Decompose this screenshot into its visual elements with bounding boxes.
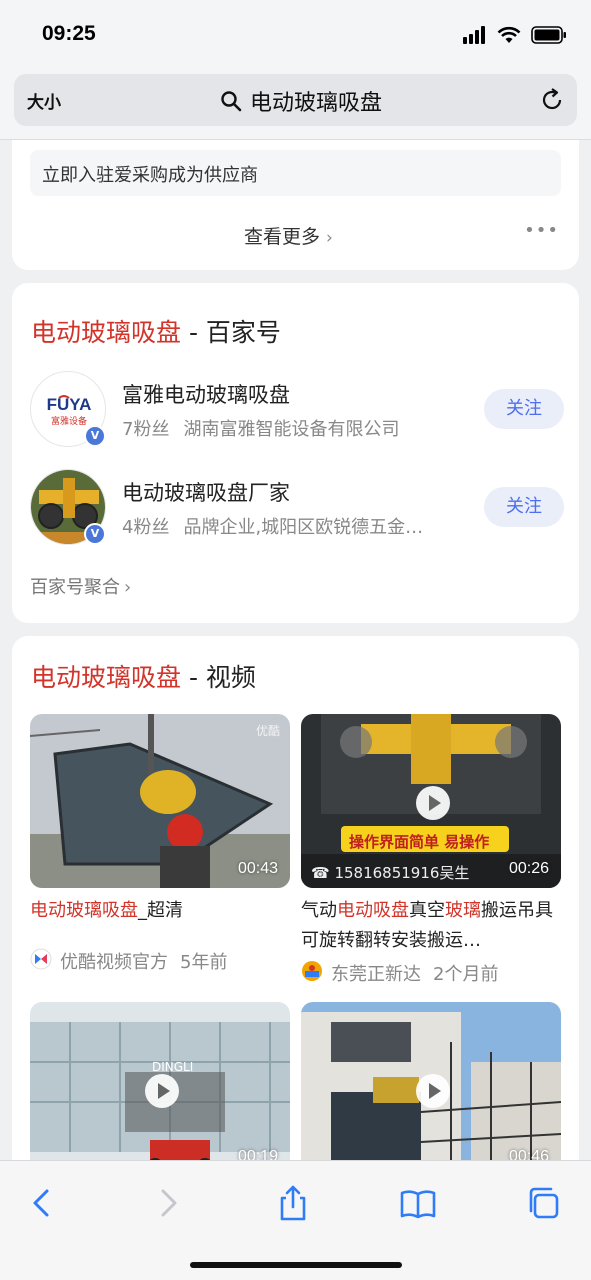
phone-overlay: ☎ 15816851916吴生 bbox=[311, 864, 470, 882]
video-title-rest: - 视频 bbox=[181, 663, 256, 692]
play-icon[interactable] bbox=[145, 1074, 179, 1108]
status-bar: 09:25 bbox=[0, 0, 591, 66]
account-desc: 品牌企业,城阳区欧锐德五金… bbox=[183, 517, 424, 538]
view-more-link[interactable]: 查看更多 › bbox=[244, 222, 333, 249]
video-thumbnail[interactable]: DINGLI 00:19 bbox=[30, 1002, 290, 1176]
account-desc: 湖南富雅智能设备有限公司 bbox=[183, 419, 400, 440]
more-options-icon[interactable]: ••• bbox=[524, 220, 559, 241]
search-query[interactable]: 电动玻璃吸盘 bbox=[250, 85, 382, 117]
account-name[interactable]: 电动玻璃吸盘厂家 bbox=[122, 477, 290, 507]
video-banner-text: 操作界面简单 易操作 bbox=[349, 833, 490, 851]
video-source: 东莞正新达 2个月前 bbox=[331, 964, 499, 985]
video-card: 电动玻璃吸盘 - 视频 优酷 00:43 操作界面简单 易操作 ☎ 158168… bbox=[12, 636, 579, 1196]
chevron-right-icon: › bbox=[326, 228, 333, 248]
baijiahao-title-highlight: 电动玻璃吸盘 bbox=[31, 318, 182, 347]
brand-text: DINGLI bbox=[152, 1060, 194, 1074]
account-meta: 4粉丝 品牌企业,城阳区欧锐德五金… bbox=[122, 513, 423, 539]
chevron-right-icon: › bbox=[124, 577, 132, 598]
back-icon[interactable] bbox=[22, 1183, 62, 1223]
channel-logo-icon bbox=[302, 961, 322, 981]
cellular-signal-icon bbox=[463, 26, 485, 44]
account-name[interactable]: 富雅电动玻璃吸盘 bbox=[122, 379, 290, 409]
text-size-button[interactable]: 大小 bbox=[27, 88, 61, 113]
baijiahao-title[interactable]: 电动玻璃吸盘 - 百家号 bbox=[31, 313, 281, 349]
supplier-signup-link[interactable]: 立即入驻爱采购成为供应商 bbox=[30, 150, 561, 196]
watermark: 优酷 bbox=[255, 724, 280, 738]
search-icon bbox=[221, 91, 242, 112]
play-icon[interactable] bbox=[416, 1074, 450, 1108]
verified-badge-icon: V bbox=[84, 425, 106, 447]
video-title-highlight: 电动玻璃吸盘 bbox=[31, 663, 182, 692]
reload-icon[interactable] bbox=[539, 87, 565, 113]
follow-button[interactable]: 关注 bbox=[484, 487, 564, 527]
forward-icon[interactable] bbox=[148, 1183, 188, 1223]
aicaigou-card: 立即入驻爱采购成为供应商 查看更多 › ••• bbox=[12, 140, 579, 270]
phone-number: 15816851916吴生 bbox=[334, 864, 470, 882]
fans-count: 7粉丝 bbox=[122, 419, 170, 440]
video-title[interactable]: 气动电动吸盘真空玻璃搬运吊具可旋转翻转安装搬运… bbox=[301, 896, 563, 956]
baijiahao-card: 电动玻璃吸盘 - 百家号 FUYA 富雅设备 V 富雅电动玻璃吸盘 7粉丝 湖南富… bbox=[12, 283, 579, 623]
video-thumbnail[interactable]: 操作界面简单 易操作 ☎ 15816851916吴生 00:26 bbox=[301, 714, 561, 888]
video-thumbnail[interactable]: 00:46 bbox=[301, 1002, 561, 1176]
baijiahao-aggregate-link[interactable]: 百家号聚合 › bbox=[30, 573, 131, 599]
bookmarks-icon[interactable] bbox=[398, 1183, 438, 1223]
account-meta: 7粉丝 湖南富雅智能设备有限公司 bbox=[122, 415, 399, 441]
video-source: 优酷视频官方 5年前 bbox=[60, 952, 228, 973]
fans-count: 4粉丝 bbox=[122, 517, 170, 538]
status-time: 09:25 bbox=[42, 22, 96, 45]
youku-logo-icon bbox=[30, 948, 52, 970]
verified-badge-icon: V bbox=[84, 523, 106, 545]
video-duration: 00:43 bbox=[237, 860, 278, 877]
video-title[interactable]: 电动玻璃吸盘_超清 bbox=[30, 896, 292, 926]
follow-button[interactable]: 关注 bbox=[484, 389, 564, 429]
svg-text:富雅设备: 富雅设备 bbox=[51, 415, 87, 427]
video-section-title[interactable]: 电动玻璃吸盘 - 视频 bbox=[31, 658, 256, 694]
status-icons bbox=[463, 24, 567, 46]
account-row[interactable]: V 电动玻璃吸盘厂家 4粉丝 品牌企业,城阳区欧锐德五金… 关注 bbox=[30, 469, 564, 547]
wifi-icon bbox=[497, 26, 521, 43]
home-indicator bbox=[190, 1262, 402, 1268]
baijiahao-title-rest: - 百家号 bbox=[181, 318, 281, 347]
account-row[interactable]: FUYA 富雅设备 V 富雅电动玻璃吸盘 7粉丝 湖南富雅智能设备有限公司 关注 bbox=[30, 371, 564, 449]
view-more-label: 查看更多 bbox=[244, 226, 321, 248]
play-icon[interactable] bbox=[416, 786, 450, 820]
address-bar[interactable]: 大小 电动玻璃吸盘 bbox=[14, 74, 577, 126]
share-icon[interactable] bbox=[273, 1183, 313, 1223]
address-bar-container: 大小 电动玻璃吸盘 bbox=[0, 66, 591, 140]
battery-icon bbox=[531, 26, 566, 44]
tabs-icon[interactable] bbox=[523, 1183, 563, 1223]
video-thumbnail[interactable]: 优酷 00:43 bbox=[30, 714, 290, 888]
aggregate-label: 百家号聚合 bbox=[30, 577, 120, 598]
video-duration: 00:26 bbox=[508, 860, 549, 877]
